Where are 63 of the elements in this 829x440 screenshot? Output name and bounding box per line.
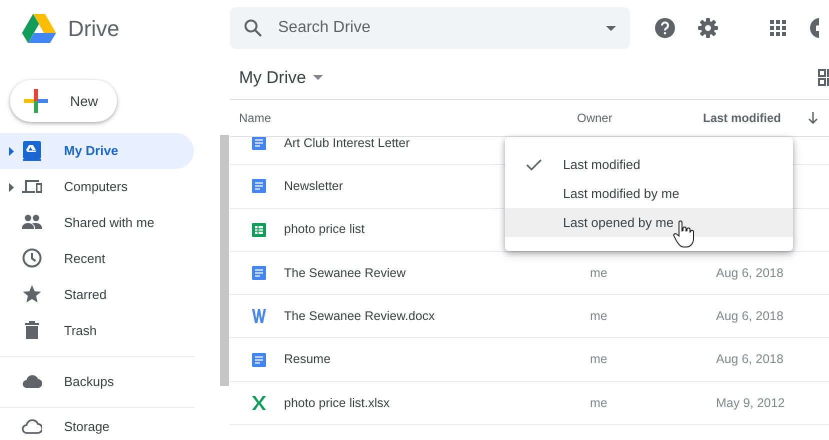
doc-icon <box>252 352 266 367</box>
menu-item[interactable]: Last opened by me <box>505 208 793 237</box>
excel-icon <box>252 396 266 410</box>
file-name: Art Club Interest Letter <box>284 137 410 152</box>
search-field[interactable]: Search Drive <box>276 15 592 41</box>
owner-cell-text: me <box>590 308 608 325</box>
sidebar-item[interactable]: Storage <box>0 407 194 439</box>
caret-icon[interactable] <box>606 26 616 30</box>
doc-icon <box>252 266 266 280</box>
check-icon <box>526 158 542 170</box>
sidebar-item[interactable]: Shared with me <box>0 205 194 241</box>
column-header[interactable]: Last modified <box>703 109 808 127</box>
file-name: Newsletter <box>284 178 344 196</box>
file-name: The Sewanee Review <box>284 264 406 282</box>
clock-icon <box>22 248 42 270</box>
file-row[interactable]: The Sewanee Review.docx me Aug 6, 2018 <box>230 295 829 338</box>
folder-title[interactable]: My Drive <box>239 64 323 90</box>
sidebar-item[interactable]: Recent <box>0 241 194 277</box>
trash-icon <box>22 320 42 342</box>
column-header[interactable]: Owner <box>577 109 703 127</box>
sidebar-item[interactable]: Starred <box>0 277 194 313</box>
menu-item[interactable]: Last modified <box>505 150 793 179</box>
grid-view-icon[interactable] <box>818 68 829 86</box>
expand-arrow-icon[interactable] <box>8 182 14 192</box>
column-header[interactable]: Name <box>239 109 577 127</box>
file-row[interactable]: photo price list.xlsx me May 9, 2012 <box>230 382 829 426</box>
expand-arrow-icon[interactable] <box>8 146 14 156</box>
sidebar-item[interactable]: My Drive <box>0 133 194 169</box>
caret-icon <box>312 75 323 80</box>
file-name: photo price list <box>284 221 365 238</box>
doc-icon <box>252 137 266 150</box>
date-cell-text: Aug 6, 2018 <box>716 264 784 282</box>
sidebar-item[interactable]: Trash <box>0 313 194 349</box>
file-name: The Sewanee Review.docx <box>284 308 435 325</box>
word-icon <box>252 309 266 324</box>
file-name: Resume <box>284 351 331 368</box>
date-cell-text: May 9, 2012 <box>716 394 786 412</box>
owner-cell-text: me <box>590 264 608 282</box>
drive-logo-icon <box>22 13 56 43</box>
sort-arrow-icon[interactable] <box>808 112 818 124</box>
doc-icon <box>252 179 266 194</box>
apps-icon[interactable] <box>770 20 786 36</box>
date-cell-text: Aug 6, 2018 <box>716 351 784 368</box>
owner-cell-text: me <box>590 394 608 412</box>
drive-icon <box>22 140 42 162</box>
owner-cell-text: me <box>590 351 608 368</box>
sidebar-item[interactable]: Backups <box>0 356 194 400</box>
file-name: photo price list.xlsx <box>284 394 390 412</box>
search-icon <box>244 19 262 37</box>
help-icon[interactable] <box>655 18 675 38</box>
hand-cursor-icon <box>673 220 694 248</box>
spreadsheet-icon <box>252 222 266 237</box>
new-button[interactable]: New <box>10 80 117 122</box>
file-row[interactable]: Resume me Aug 6, 2018 <box>230 338 829 382</box>
notifications-icon[interactable] <box>810 18 819 38</box>
date-cell-text: Aug 6, 2018 <box>716 308 784 325</box>
sidebar-item[interactable]: Computers <box>0 169 194 205</box>
settings-icon[interactable] <box>698 18 718 38</box>
plus-icon <box>24 89 48 113</box>
scrollbar-thumb[interactable] <box>220 135 229 386</box>
app-name: Drive <box>68 14 120 42</box>
menu-item[interactable]: Last modified by me <box>505 179 793 208</box>
search-bar[interactable]: Search Drive <box>230 7 630 49</box>
